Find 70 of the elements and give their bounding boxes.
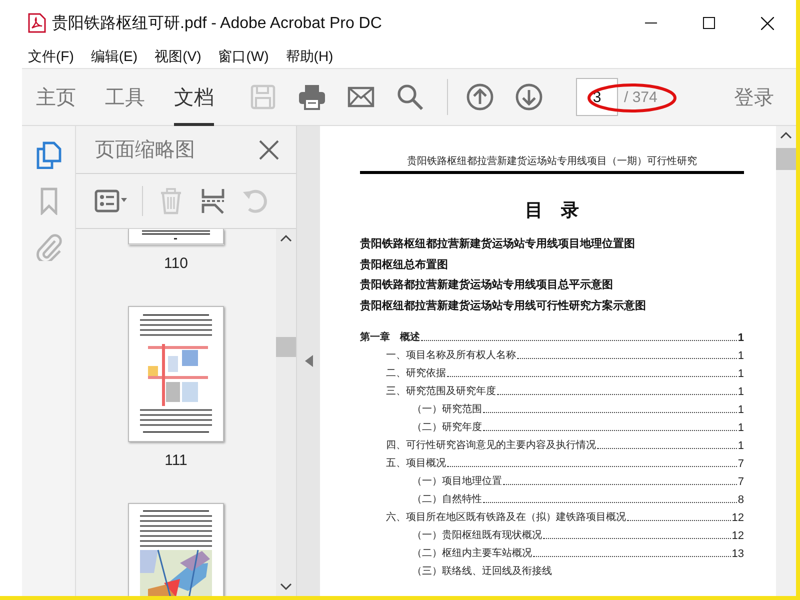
toc-entry: 三、研究范围及研究年度 xyxy=(386,384,496,398)
page-label: 110 xyxy=(164,255,188,272)
chevron-down-icon xyxy=(280,583,292,591)
page-number: 1 xyxy=(738,404,744,416)
chevron-up-icon xyxy=(780,131,792,139)
pdf-app-icon xyxy=(28,13,46,33)
page-number: 1 xyxy=(738,350,744,362)
toc-entry: （一）贵阳枢纽既有现状概况 xyxy=(412,528,542,542)
scrollbar[interactable] xyxy=(776,126,796,596)
figure-title: 贵阳铁路枢纽都拉营新建货运场站专用线项目地理位置图 xyxy=(360,236,636,252)
toc-entry: （二）研究年度 xyxy=(412,420,482,434)
page-label: 111 xyxy=(164,452,188,469)
toc-entry: 五、项目概况 xyxy=(386,456,446,470)
page-number: 1 xyxy=(738,440,744,452)
toc-entry: （三）联络线、迂回线及衔接线 xyxy=(412,564,552,578)
scroll-thumb[interactable] xyxy=(276,337,296,357)
close-icon xyxy=(760,16,774,30)
toolbar-tab[interactable]: 工具 xyxy=(105,68,145,126)
menu-item[interactable]: 编辑(E) xyxy=(90,48,138,66)
list-options-icon xyxy=(94,187,128,215)
print-icon xyxy=(298,83,326,111)
page-thumbnail[interactable] xyxy=(128,306,224,442)
toc-entry: （一）研究范围 xyxy=(412,402,482,416)
page-header: 贵阳铁路枢纽都拉营新建货运场站专用线项目（一期）可行性研究 xyxy=(406,154,698,168)
page-number: 1 xyxy=(738,422,744,434)
page-number: 12 xyxy=(732,530,744,542)
window-title: 贵阳铁路枢纽可研.pdf - Adobe Acrobat Pro DC xyxy=(52,14,383,34)
toc-entry: 六、项目所在地区既有铁路及在（拟）建铁路项目概况 xyxy=(386,510,626,524)
close-icon xyxy=(259,140,279,160)
page-number: 1 xyxy=(738,368,744,380)
figure-title: 贵阳铁路都拉营新建货运场站专用线项目总平示意图 xyxy=(360,278,614,293)
page-number: 8 xyxy=(738,494,744,506)
page-thumbnail[interactable] xyxy=(128,229,224,245)
page-thumbnail[interactable] xyxy=(128,503,224,596)
menu-item[interactable]: 帮助(H) xyxy=(286,48,334,66)
scroll-thumb[interactable] xyxy=(776,148,796,170)
toc-entry: 二、研究依据 xyxy=(386,366,446,380)
panel-title: 页面缩略图 xyxy=(95,138,196,163)
toc-entry: 第一章 概述 xyxy=(360,330,420,344)
save-icon xyxy=(249,83,277,111)
sign-in-button[interactable]: 登录 xyxy=(728,82,780,112)
page-number: 12 xyxy=(732,512,744,524)
menu-item[interactable]: 文件(F) xyxy=(28,48,74,66)
search-icon xyxy=(396,83,424,111)
page-number: 7 xyxy=(738,476,744,488)
figure-title: 贵阳枢纽都拉营新建货运场站专用线可行性研究方案示意图 xyxy=(360,298,647,314)
attachment-icon xyxy=(34,233,62,261)
page-number: 1 xyxy=(738,386,744,398)
maximize-icon xyxy=(703,17,715,29)
figure-title: 贵阳枢纽总布置图 xyxy=(360,258,449,272)
toc-entry: （一）项目地理位置 xyxy=(412,474,502,488)
page-title: 目 录 xyxy=(524,199,580,222)
page-number: 1 xyxy=(738,332,744,344)
page-number: 13 xyxy=(732,548,744,560)
toc-entry: 一、项目名称及所有权人名称 xyxy=(386,348,516,362)
toc-entry: （二）枢纽内主要车站概况 xyxy=(412,546,532,560)
toolbar-tab[interactable]: 主页 xyxy=(36,68,76,126)
extract-icon xyxy=(199,187,227,215)
chevron-up-icon xyxy=(280,234,292,242)
collapse-panel-button[interactable] xyxy=(302,353,314,369)
toc-entry: 四、可行性研究咨询意见的主要内容及执行情况 xyxy=(386,438,596,452)
pages-icon xyxy=(34,141,62,169)
menu-item[interactable]: 窗口(W) xyxy=(218,48,269,66)
triangle-left-icon xyxy=(302,353,314,369)
toc-entry: （二）自然特性 xyxy=(412,492,482,506)
rotate-icon xyxy=(241,187,269,215)
menu-item[interactable]: 视图(V) xyxy=(154,48,202,66)
page-number: 7 xyxy=(738,458,744,470)
page-count: / 374 xyxy=(624,88,658,106)
scrollbar[interactable] xyxy=(276,229,296,596)
